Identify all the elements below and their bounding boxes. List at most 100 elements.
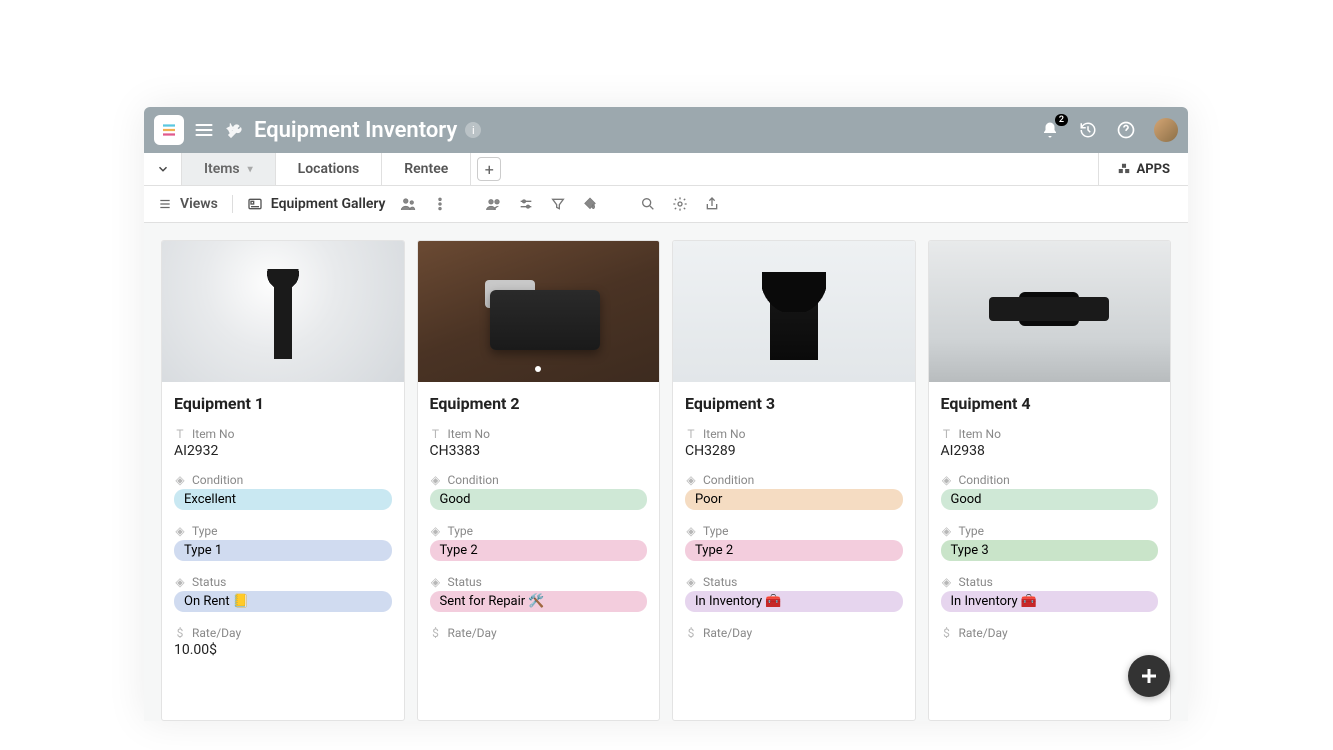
- field-label-status: ◈ Status: [430, 575, 648, 589]
- color-button[interactable]: [581, 195, 599, 213]
- filter-button[interactable]: [549, 195, 567, 213]
- user-avatar[interactable]: [1154, 118, 1178, 142]
- app-window: Equipment Inventory i 2 Items ▾ Locat: [144, 107, 1188, 721]
- add-record-fab[interactable]: [1128, 655, 1170, 697]
- gallery-card[interactable]: Equipment 1 T Item No AI2932 ◈ Condition…: [161, 240, 405, 721]
- label-type: Type: [192, 524, 218, 538]
- circle-icon: ◈: [430, 576, 442, 588]
- pill-status: In Inventory 🧰: [941, 591, 1159, 612]
- card-image[interactable]: [162, 241, 404, 382]
- gallery-icon: [247, 196, 263, 212]
- label-rate: Rate/Day: [448, 626, 497, 640]
- header-tools-icon: [226, 120, 246, 140]
- card-image[interactable]: [929, 241, 1171, 382]
- label-condition: Condition: [192, 473, 243, 487]
- card-image[interactable]: [418, 241, 660, 382]
- label-type: Type: [959, 524, 985, 538]
- view-more-button[interactable]: [431, 195, 449, 213]
- pagination-dot: [535, 366, 541, 372]
- card-body: Equipment 4 T Item No AI2938 ◈ Condition…: [929, 382, 1171, 656]
- card-title[interactable]: Equipment 2: [430, 394, 648, 413]
- field-label-status: ◈ Status: [941, 575, 1159, 589]
- field-label-condition: ◈ Condition: [685, 473, 903, 487]
- current-view-button[interactable]: Equipment Gallery: [247, 196, 386, 212]
- label-item-no: Item No: [959, 427, 1001, 441]
- gallery-card[interactable]: Equipment 3 T Item No CH3289 ◈ Condition…: [672, 240, 916, 721]
- gallery-card[interactable]: Equipment 2 T Item No CH3383 ◈ Condition…: [417, 240, 661, 721]
- notifications-button[interactable]: 2: [1040, 120, 1060, 140]
- tabs-expand-button[interactable]: [144, 153, 182, 185]
- label-status: Status: [703, 575, 737, 589]
- apps-button[interactable]: APPS: [1098, 153, 1189, 185]
- info-icon[interactable]: i: [465, 122, 481, 138]
- sliders-icon: [518, 196, 534, 212]
- field-label-item-no: T Item No: [174, 427, 392, 441]
- paint-bucket-icon: [582, 196, 598, 212]
- card-image[interactable]: [673, 241, 915, 382]
- share-view-button[interactable]: [399, 195, 417, 213]
- tab-rentee[interactable]: Rentee: [382, 153, 471, 185]
- people-icon: [399, 195, 417, 213]
- circle-icon: ◈: [685, 474, 697, 486]
- pill-condition: Excellent: [174, 489, 392, 510]
- label-status: Status: [959, 575, 993, 589]
- field-label-rate: $ Rate/Day: [941, 626, 1159, 640]
- search-button[interactable]: [639, 195, 657, 213]
- tab-locations-label: Locations: [298, 161, 360, 177]
- circle-icon: ◈: [685, 576, 697, 588]
- filter-icon: [550, 196, 566, 212]
- circle-icon: ◈: [174, 525, 186, 537]
- circle-icon: ◈: [174, 474, 186, 486]
- field-label-status: ◈ Status: [685, 575, 903, 589]
- export-button[interactable]: [703, 195, 721, 213]
- field-value-item-no: CH3289: [685, 443, 903, 459]
- help-icon: [1116, 120, 1136, 140]
- label-condition: Condition: [703, 473, 754, 487]
- circle-icon: ◈: [941, 525, 953, 537]
- label-rate: Rate/Day: [192, 626, 241, 640]
- customize-button[interactable]: [517, 195, 535, 213]
- field-label-condition: ◈ Condition: [174, 473, 392, 487]
- chevron-down-icon: ▾: [248, 164, 253, 175]
- gallery-card[interactable]: Equipment 4 T Item No AI2938 ◈ Condition…: [928, 240, 1172, 721]
- field-label-item-no: T Item No: [685, 427, 903, 441]
- circle-icon: ◈: [430, 474, 442, 486]
- tab-items[interactable]: Items ▾: [182, 153, 276, 185]
- card-title[interactable]: Equipment 4: [941, 394, 1159, 413]
- label-rate: Rate/Day: [703, 626, 752, 640]
- add-tab-button[interactable]: +: [477, 157, 501, 181]
- text-icon: T: [941, 428, 953, 440]
- gallery-grid: Equipment 1 T Item No AI2932 ◈ Condition…: [144, 223, 1188, 721]
- hamburger-icon: [194, 120, 214, 140]
- history-button[interactable]: [1078, 120, 1098, 140]
- pill-type: Type 3: [941, 540, 1159, 561]
- views-menu-button[interactable]: Views: [158, 196, 218, 212]
- circle-icon: ◈: [685, 525, 697, 537]
- views-label: Views: [180, 196, 218, 212]
- field-label-item-no: T Item No: [430, 427, 648, 441]
- field-label-type: ◈ Type: [174, 524, 392, 538]
- gear-icon: [672, 196, 688, 212]
- tabs-bar: Items ▾ Locations Rentee + APPS: [144, 153, 1188, 186]
- view-name-label: Equipment Gallery: [271, 196, 386, 212]
- apps-icon: [1117, 162, 1131, 176]
- hamburger-menu[interactable]: [194, 120, 214, 140]
- app-logo[interactable]: [154, 115, 184, 145]
- card-title[interactable]: Equipment 1: [174, 394, 392, 413]
- label-type: Type: [703, 524, 729, 538]
- text-icon: T: [174, 428, 186, 440]
- collaborators-button[interactable]: [485, 195, 503, 213]
- pill-status: In Inventory 🧰: [685, 591, 903, 612]
- field-label-condition: ◈ Condition: [430, 473, 648, 487]
- help-button[interactable]: [1116, 120, 1136, 140]
- apps-label: APPS: [1137, 162, 1171, 177]
- label-status: Status: [448, 575, 482, 589]
- card-title[interactable]: Equipment 3: [685, 394, 903, 413]
- label-condition: Condition: [959, 473, 1010, 487]
- users-icon: [485, 195, 503, 213]
- settings-button[interactable]: [671, 195, 689, 213]
- text-icon: T: [685, 428, 697, 440]
- tab-locations[interactable]: Locations: [276, 153, 383, 185]
- field-label-rate: $ Rate/Day: [174, 626, 392, 640]
- label-item-no: Item No: [448, 427, 490, 441]
